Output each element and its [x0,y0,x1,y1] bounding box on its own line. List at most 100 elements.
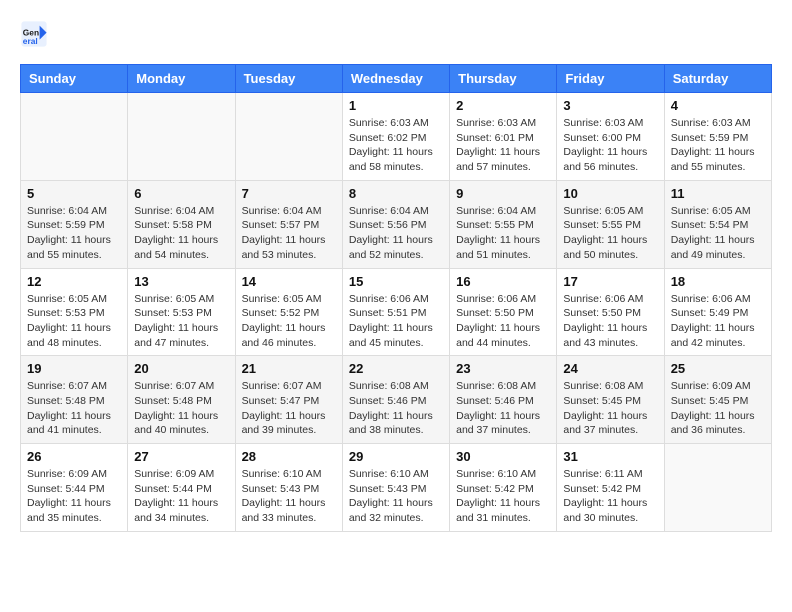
day-number: 13 [134,274,228,289]
day-info: Sunrise: 6:03 AM Sunset: 6:02 PM Dayligh… [349,116,443,175]
weekday-header-wednesday: Wednesday [342,65,449,93]
calendar-week-2: 5 Sunrise: 6:04 AM Sunset: 5:59 PM Daylig… [21,180,772,268]
calendar-week-5: 26 Sunrise: 6:09 AM Sunset: 5:44 PM Dayli… [21,444,772,532]
calendar-cell [664,444,771,532]
day-number: 8 [349,186,443,201]
calendar-week-1: 1 Sunrise: 6:03 AM Sunset: 6:02 PM Daylig… [21,93,772,181]
day-number: 14 [242,274,336,289]
day-info: Sunrise: 6:03 AM Sunset: 6:00 PM Dayligh… [563,116,657,175]
day-number: 21 [242,361,336,376]
logo-icon: Gen eral [20,20,48,48]
calendar-cell: 9 Sunrise: 6:04 AM Sunset: 5:55 PM Daylig… [450,180,557,268]
page-header: Gen eral [20,20,772,48]
day-number: 27 [134,449,228,464]
day-info: Sunrise: 6:08 AM Sunset: 5:45 PM Dayligh… [563,379,657,438]
day-info: Sunrise: 6:04 AM Sunset: 5:59 PM Dayligh… [27,204,121,263]
day-info: Sunrise: 6:06 AM Sunset: 5:49 PM Dayligh… [671,292,765,351]
day-number: 19 [27,361,121,376]
calendar-cell: 10 Sunrise: 6:05 AM Sunset: 5:55 PM Dayli… [557,180,664,268]
calendar-cell: 12 Sunrise: 6:05 AM Sunset: 5:53 PM Dayli… [21,268,128,356]
day-number: 11 [671,186,765,201]
day-info: Sunrise: 6:06 AM Sunset: 5:50 PM Dayligh… [456,292,550,351]
calendar-cell: 27 Sunrise: 6:09 AM Sunset: 5:44 PM Dayli… [128,444,235,532]
calendar-cell: 14 Sunrise: 6:05 AM Sunset: 5:52 PM Dayli… [235,268,342,356]
weekday-header-friday: Friday [557,65,664,93]
day-info: Sunrise: 6:11 AM Sunset: 5:42 PM Dayligh… [563,467,657,526]
calendar-cell: 29 Sunrise: 6:10 AM Sunset: 5:43 PM Dayli… [342,444,449,532]
day-number: 9 [456,186,550,201]
day-info: Sunrise: 6:07 AM Sunset: 5:48 PM Dayligh… [27,379,121,438]
calendar-header-row: SundayMondayTuesdayWednesdayThursdayFrid… [21,65,772,93]
day-number: 29 [349,449,443,464]
calendar-cell: 13Sunrise: 6:05 AM Sunset: 5:53 PM Dayli… [128,268,235,356]
day-number: 23 [456,361,550,376]
day-number: 16 [456,274,550,289]
calendar-cell: 20Sunrise: 6:07 AM Sunset: 5:48 PM Dayli… [128,356,235,444]
day-number: 18 [671,274,765,289]
day-info: Sunrise: 6:07 AM Sunset: 5:47 PM Dayligh… [242,379,336,438]
day-info: Sunrise: 6:09 AM Sunset: 5:44 PM Dayligh… [27,467,121,526]
calendar-cell [128,93,235,181]
calendar-cell: 23 Sunrise: 6:08 AM Sunset: 5:46 PM Dayli… [450,356,557,444]
calendar-cell: 4 Sunrise: 6:03 AM Sunset: 5:59 PM Daylig… [664,93,771,181]
weekday-header-saturday: Saturday [664,65,771,93]
day-number: 1 [349,98,443,113]
weekday-header-sunday: Sunday [21,65,128,93]
day-info: Sunrise: 6:05 AM Sunset: 5:52 PM Dayligh… [242,292,336,351]
day-info: Sunrise: 6:05 AM Sunset: 5:54 PM Dayligh… [671,204,765,263]
calendar-cell [235,93,342,181]
day-info: Sunrise: 6:08 AM Sunset: 5:46 PM Dayligh… [349,379,443,438]
day-number: 28 [242,449,336,464]
day-info: Sunrise: 6:05 AM Sunset: 5:55 PM Dayligh… [563,204,657,263]
day-number: 6 [134,186,228,201]
weekday-header-thursday: Thursday [450,65,557,93]
calendar-cell: 7 Sunrise: 6:04 AM Sunset: 5:57 PM Daylig… [235,180,342,268]
calendar-cell: 1 Sunrise: 6:03 AM Sunset: 6:02 PM Daylig… [342,93,449,181]
calendar-cell: 2Sunrise: 6:03 AM Sunset: 6:01 PM Daylig… [450,93,557,181]
day-info: Sunrise: 6:04 AM Sunset: 5:55 PM Dayligh… [456,204,550,263]
calendar-cell: 17 Sunrise: 6:06 AM Sunset: 5:50 PM Dayli… [557,268,664,356]
day-info: Sunrise: 6:09 AM Sunset: 5:44 PM Dayligh… [134,467,228,526]
calendar-cell: 6 Sunrise: 6:04 AM Sunset: 5:58 PM Daylig… [128,180,235,268]
calendar-week-3: 12 Sunrise: 6:05 AM Sunset: 5:53 PM Dayli… [21,268,772,356]
calendar-cell: 11 Sunrise: 6:05 AM Sunset: 5:54 PM Dayli… [664,180,771,268]
day-info: Sunrise: 6:04 AM Sunset: 5:56 PM Dayligh… [349,204,443,263]
calendar-cell: 26 Sunrise: 6:09 AM Sunset: 5:44 PM Dayli… [21,444,128,532]
day-info: Sunrise: 6:04 AM Sunset: 5:58 PM Dayligh… [134,204,228,263]
calendar-cell: 16 Sunrise: 6:06 AM Sunset: 5:50 PM Dayli… [450,268,557,356]
day-info: Sunrise: 6:08 AM Sunset: 5:46 PM Dayligh… [456,379,550,438]
calendar-cell: 3 Sunrise: 6:03 AM Sunset: 6:00 PM Daylig… [557,93,664,181]
calendar-cell: 28 Sunrise: 6:10 AM Sunset: 5:43 PM Dayli… [235,444,342,532]
calendar-cell: 18 Sunrise: 6:06 AM Sunset: 5:49 PM Dayli… [664,268,771,356]
calendar-cell: 15Sunrise: 6:06 AM Sunset: 5:51 PM Dayli… [342,268,449,356]
day-number: 26 [27,449,121,464]
day-info: Sunrise: 6:06 AM Sunset: 5:50 PM Dayligh… [563,292,657,351]
day-info: Sunrise: 6:05 AM Sunset: 5:53 PM Dayligh… [27,292,121,351]
calendar-cell: 25 Sunrise: 6:09 AM Sunset: 5:45 PM Dayli… [664,356,771,444]
calendar-week-4: 19 Sunrise: 6:07 AM Sunset: 5:48 PM Dayli… [21,356,772,444]
day-number: 10 [563,186,657,201]
day-info: Sunrise: 6:04 AM Sunset: 5:57 PM Dayligh… [242,204,336,263]
day-number: 3 [563,98,657,113]
calendar-cell: 8 Sunrise: 6:04 AM Sunset: 5:56 PM Daylig… [342,180,449,268]
calendar-cell: 24 Sunrise: 6:08 AM Sunset: 5:45 PM Dayli… [557,356,664,444]
day-number: 25 [671,361,765,376]
day-number: 12 [27,274,121,289]
day-number: 5 [27,186,121,201]
day-info: Sunrise: 6:10 AM Sunset: 5:42 PM Dayligh… [456,467,550,526]
day-info: Sunrise: 6:10 AM Sunset: 5:43 PM Dayligh… [242,467,336,526]
day-info: Sunrise: 6:03 AM Sunset: 6:01 PM Dayligh… [456,116,550,175]
day-info: Sunrise: 6:10 AM Sunset: 5:43 PM Dayligh… [349,467,443,526]
day-number: 24 [563,361,657,376]
day-number: 17 [563,274,657,289]
weekday-header-monday: Monday [128,65,235,93]
day-info: Sunrise: 6:09 AM Sunset: 5:45 PM Dayligh… [671,379,765,438]
calendar-cell: 19 Sunrise: 6:07 AM Sunset: 5:48 PM Dayli… [21,356,128,444]
day-number: 22 [349,361,443,376]
svg-text:eral: eral [23,36,38,46]
day-number: 7 [242,186,336,201]
day-info: Sunrise: 6:03 AM Sunset: 5:59 PM Dayligh… [671,116,765,175]
day-number: 4 [671,98,765,113]
calendar-cell: 5 Sunrise: 6:04 AM Sunset: 5:59 PM Daylig… [21,180,128,268]
weekday-header-tuesday: Tuesday [235,65,342,93]
